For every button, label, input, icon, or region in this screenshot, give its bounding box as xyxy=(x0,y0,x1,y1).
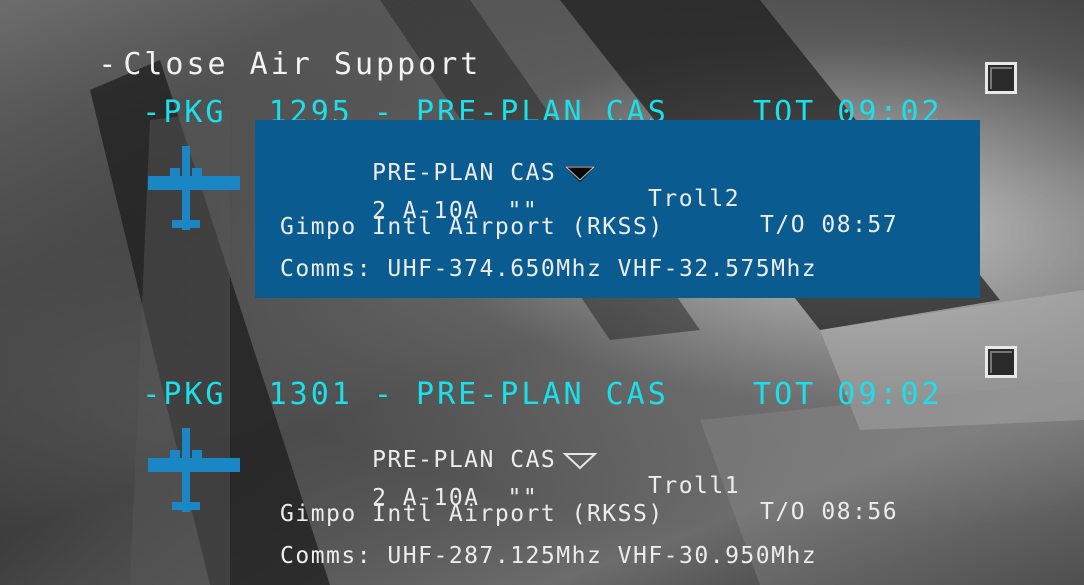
flight-callsign: Troll2 xyxy=(648,186,741,212)
package-checkbox[interactable] xyxy=(985,346,1017,378)
collapse-toggle[interactable]: - xyxy=(142,377,163,412)
collapse-toggle[interactable]: - xyxy=(142,95,163,130)
flight-row-selected[interactable]: PRE-PLAN CAS Troll2 T/O 08:57 2 A-10A "" … xyxy=(255,120,980,298)
airbase-name: Gimpo Intl Airport (RKSS) xyxy=(280,214,664,240)
package-checkbox[interactable] xyxy=(985,62,1017,94)
airbase-name: Gimpo Intl Airport (RKSS) xyxy=(280,501,664,527)
triangle-down-icon[interactable] xyxy=(562,451,598,471)
takeoff-time: T/O 08:56 xyxy=(760,499,899,525)
flight-callsign: Troll1 xyxy=(648,473,741,499)
comms-frequencies: Comms: UHF-287.125Mhz VHF-30.950Mhz xyxy=(280,543,818,569)
takeoff-time: T/O 08:57 xyxy=(760,212,899,238)
flight-row[interactable]: PRE-PLAN CAS Troll1 T/O 08:56 2 A-10A "" … xyxy=(255,407,980,585)
aircraft-icon xyxy=(148,428,240,512)
cas-package-screen: - Close Air Support -PKG 1295 - PRE-PLAN … xyxy=(0,0,1084,585)
aircraft-icon xyxy=(148,146,240,230)
triangle-down-icon[interactable] xyxy=(562,164,598,184)
comms-frequencies: Comms: UHF-374.650Mhz VHF-32.575Mhz xyxy=(280,256,818,282)
